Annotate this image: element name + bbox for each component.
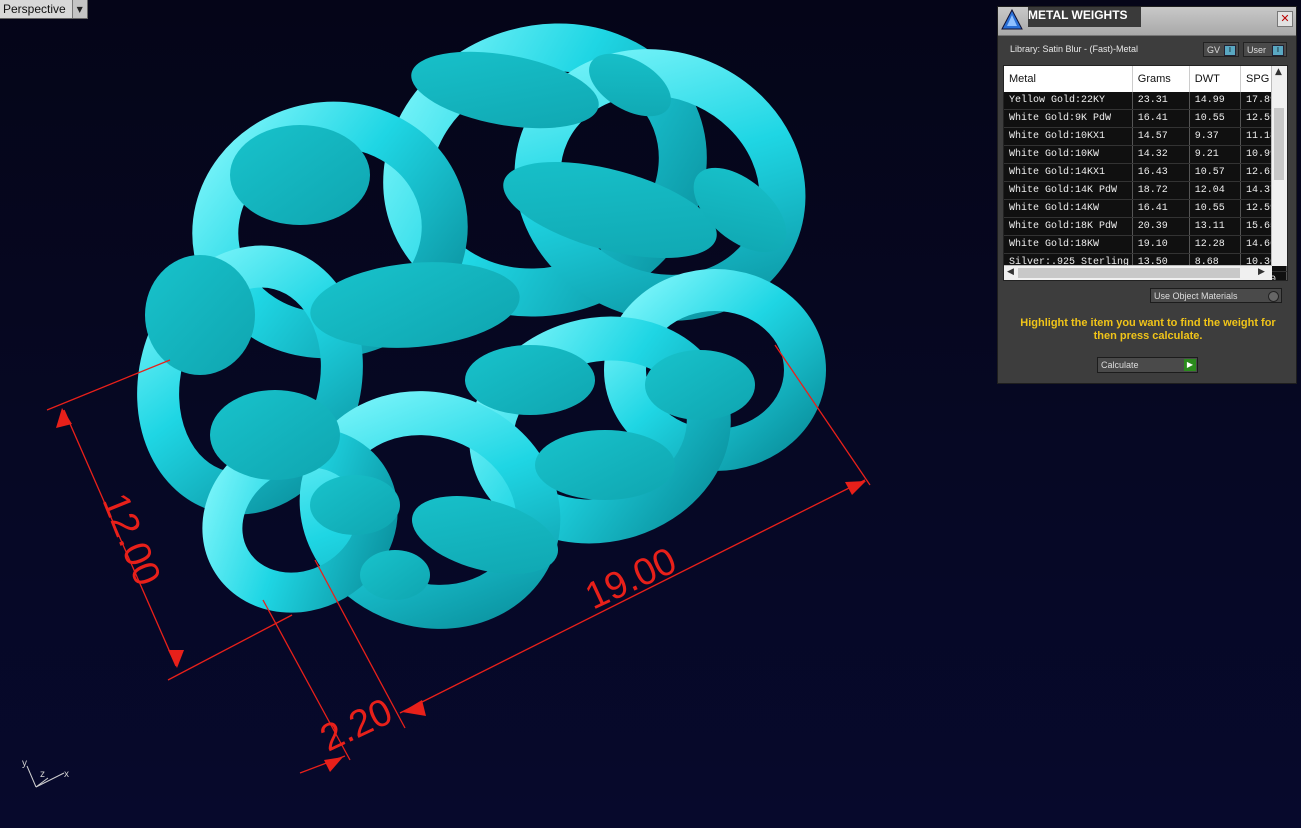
- dwt-cell: 10.55: [1189, 199, 1242, 218]
- dwt-cell: 9.37: [1189, 127, 1242, 146]
- viewport-menu-dropdown-icon[interactable]: ▼: [71, 0, 87, 18]
- column-header-dwt[interactable]: DWT: [1189, 66, 1242, 92]
- metal-cell: White Gold:10KX1: [1004, 127, 1133, 146]
- instruction-text: Highlight the item you want to find the …: [1020, 317, 1276, 342]
- dimension-height-label: 12.00: [94, 488, 169, 592]
- table-row[interactable]: White Gold:14KX1 16.43 10.57 12.61: [1004, 163, 1287, 182]
- calculate-button[interactable]: Calculate ▶: [1097, 357, 1198, 373]
- close-icon[interactable]: ✕: [1277, 11, 1293, 27]
- metal-cell: White Gold:10KW: [1004, 145, 1133, 164]
- table-row[interactable]: White Gold:14KW 16.41 10.55 12.59: [1004, 199, 1287, 218]
- metal-weights-panel: METAL WEIGHTS ✕ Library: Satin Blur - (F…: [997, 6, 1297, 384]
- grams-cell: 19.10: [1132, 235, 1190, 254]
- metal-table[interactable]: Metal Grams DWT SPG Yellow Gold:22KY 23.3…: [1003, 65, 1288, 281]
- column-header-grams[interactable]: Grams: [1132, 66, 1190, 92]
- grams-cell: 16.43: [1132, 163, 1190, 182]
- metal-cell: Yellow Gold:22KY: [1004, 92, 1133, 110]
- metal-cell: White Gold:18KW: [1004, 235, 1133, 254]
- table-row[interactable]: White Gold:9K PdW 16.41 10.55 12.59: [1004, 109, 1287, 128]
- table-row[interactable]: White Gold:18KW 19.10 12.28 14.66: [1004, 235, 1287, 254]
- user-toggle[interactable]: User I: [1243, 42, 1287, 57]
- table-row[interactable]: White Gold:14K PdW 18.72 12.04 14.37: [1004, 181, 1287, 200]
- table-row[interactable]: Yellow Gold:22KY 23.31 14.99 17.89: [1004, 92, 1287, 110]
- app-logo-icon: [1001, 8, 1023, 30]
- grams-cell: 16.41: [1132, 109, 1190, 128]
- scroll-up-icon[interactable]: ▲: [1275, 66, 1282, 78]
- use-object-materials-label: Use Object Materials: [1154, 291, 1238, 301]
- grams-cell: 18.72: [1132, 181, 1190, 200]
- grams-cell: 14.32: [1132, 145, 1190, 164]
- dwt-cell: 13.11: [1189, 217, 1242, 236]
- dimension-width-label: 19.00: [579, 540, 683, 618]
- gv-toggle-label: GV: [1207, 45, 1221, 55]
- grams-cell: 20.39: [1132, 217, 1190, 236]
- gv-toggle[interactable]: GV I: [1203, 42, 1239, 57]
- panel-title: METAL WEIGHTS: [1028, 7, 1141, 27]
- axis-y-label: y: [22, 758, 27, 769]
- calculate-label: Calculate: [1101, 360, 1139, 370]
- use-object-materials-radio-icon[interactable]: [1268, 291, 1279, 302]
- library-label: Library: Satin Blur - (Fast)-Metal: [1010, 44, 1139, 54]
- dwt-cell: 12.28: [1189, 235, 1242, 254]
- user-toggle-knob-icon: I: [1272, 45, 1284, 56]
- metal-cell: White Gold:14KW: [1004, 199, 1133, 218]
- table-header-row: Metal Grams DWT SPG: [1004, 66, 1287, 92]
- dwt-cell: 10.55: [1189, 109, 1242, 128]
- dwt-cell: 9.21: [1189, 145, 1242, 164]
- table-row[interactable]: White Gold:10KW 14.32 9.21 10.99: [1004, 145, 1287, 164]
- viewport-label: Perspective: [3, 2, 66, 16]
- metal-cell: White Gold:18K PdW: [1004, 217, 1133, 236]
- ring-model[interactable]: [133, 9, 826, 637]
- dwt-cell: 12.04: [1189, 181, 1242, 200]
- metal-cell: White Gold:9K PdW: [1004, 109, 1133, 128]
- panel-titlebar[interactable]: METAL WEIGHTS ✕: [998, 7, 1296, 36]
- dwt-cell: 14.99: [1189, 92, 1242, 110]
- axis-triad: y z x: [22, 758, 69, 788]
- table-horizontal-scrollbar[interactable]: ◀ ▶: [1004, 265, 1272, 280]
- grams-cell: 23.31: [1132, 92, 1190, 110]
- axis-z-label: z: [40, 769, 45, 780]
- dwt-cell: 10.57: [1189, 163, 1242, 182]
- metal-cell: White Gold:14K PdW: [1004, 181, 1133, 200]
- viewport-label-tab[interactable]: Perspective ▼: [0, 0, 88, 19]
- table-vertical-scrollbar[interactable]: ▲: [1271, 66, 1287, 266]
- use-object-materials-toggle[interactable]: Use Object Materials: [1150, 288, 1282, 303]
- user-toggle-label: User: [1247, 45, 1267, 55]
- grams-cell: 16.41: [1132, 199, 1190, 218]
- play-icon: ▶: [1184, 359, 1196, 371]
- metal-cell: White Gold:14KX1: [1004, 163, 1133, 182]
- table-row[interactable]: White Gold:10KX1 14.57 9.37 11.18: [1004, 127, 1287, 146]
- table-row[interactable]: White Gold:18K PdW 20.39 13.11 15.65: [1004, 217, 1287, 236]
- horizontal-scroll-thumb[interactable]: [1018, 268, 1240, 278]
- scroll-right-icon[interactable]: ▶: [1258, 266, 1265, 278]
- column-header-metal[interactable]: Metal: [1004, 66, 1133, 92]
- scroll-left-icon[interactable]: ◀: [1007, 266, 1014, 278]
- grams-cell: 14.57: [1132, 127, 1190, 146]
- dimension-thickness-label: 2.20: [314, 691, 399, 760]
- gv-toggle-knob-icon: I: [1224, 45, 1236, 56]
- vertical-scroll-thumb[interactable]: [1274, 108, 1284, 180]
- axis-x-label: x: [64, 769, 69, 780]
